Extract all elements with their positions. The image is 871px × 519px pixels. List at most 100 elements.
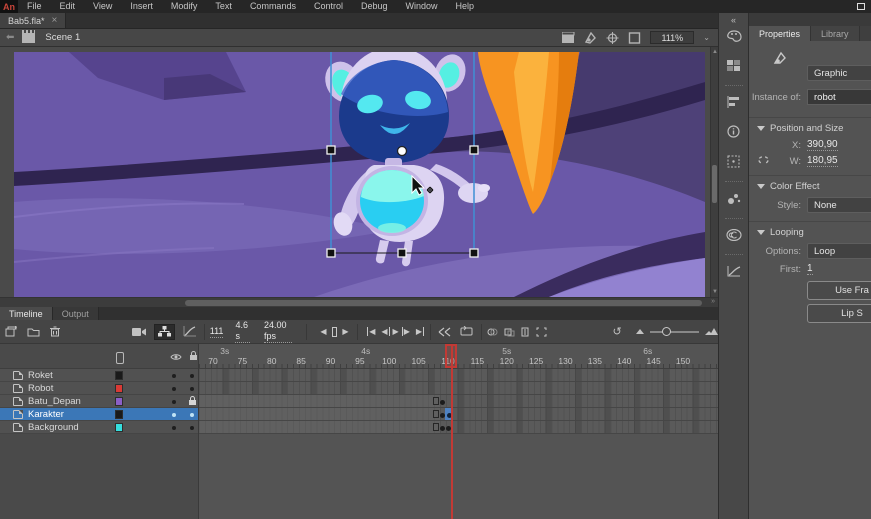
menu-commands[interactable]: Commands	[241, 0, 305, 13]
loop-options-select[interactable]: Loop	[807, 243, 871, 259]
zoom-in-frames-icon[interactable]	[705, 328, 718, 335]
history-chart-icon[interactable]	[727, 265, 741, 280]
color-panel-icon[interactable]	[726, 30, 742, 46]
clip-content-icon[interactable]	[628, 32, 641, 44]
edit-multiple-frames-icon[interactable]	[504, 324, 515, 340]
menu-view[interactable]: View	[84, 0, 121, 13]
particles-panel-icon[interactable]	[727, 192, 741, 208]
first-frame-value[interactable]: 1	[807, 263, 813, 275]
zoom-level-select[interactable]: 111%	[650, 31, 694, 44]
w-value[interactable]: 180,95	[807, 155, 838, 167]
menu-file[interactable]: File	[18, 0, 51, 13]
section-looping[interactable]: Looping	[749, 221, 871, 241]
loop-playback-icon[interactable]	[460, 324, 473, 340]
link-width-height-icon[interactable]	[757, 154, 770, 169]
layer-outline-color[interactable]	[115, 410, 123, 419]
menu-edit[interactable]: Edit	[51, 0, 85, 13]
camera-icon[interactable]	[132, 324, 146, 340]
graph-editor-icon[interactable]	[183, 324, 196, 340]
current-frame-value[interactable]: 111	[210, 326, 224, 338]
keyframe-dot[interactable]	[440, 400, 445, 405]
window-restore-icon[interactable]	[857, 3, 865, 10]
go-to-first-frame-icon[interactable]: ◀	[367, 327, 378, 336]
step-forward-one-icon[interactable]: ▶	[339, 327, 351, 336]
zoom-out-frames-icon[interactable]	[636, 329, 644, 334]
frame-ruler[interactable]: 7075808590951001051101151201251301351401…	[199, 344, 718, 369]
align-panel-icon[interactable]	[727, 96, 741, 111]
layer-row-background[interactable]: Background	[0, 421, 198, 434]
layer-visibility-dot[interactable]	[172, 400, 176, 404]
playhead-line[interactable]	[451, 344, 453, 519]
lock-column-icon[interactable]	[189, 351, 198, 364]
onion-skin-outlines-icon[interactable]	[487, 324, 498, 340]
tab-output[interactable]: Output	[53, 307, 99, 320]
tab-library[interactable]: Library	[811, 26, 860, 41]
edit-symbols-icon[interactable]	[584, 32, 597, 44]
collapse-panels-icon[interactable]: «	[731, 17, 736, 23]
play-icon[interactable]: ▶	[390, 327, 402, 336]
marker-range-icon[interactable]	[536, 324, 547, 340]
layer-outline-color[interactable]	[115, 371, 123, 380]
menu-modify[interactable]: Modify	[162, 0, 207, 13]
swatches-panel-icon[interactable]	[727, 60, 741, 75]
document-tab[interactable]: Bab5.fla* ×	[0, 13, 66, 28]
edit-scene-icon[interactable]	[562, 32, 575, 44]
go-to-last-frame-icon[interactable]: ▶	[413, 327, 424, 336]
info-panel-icon[interactable]	[727, 125, 740, 141]
frame-track-roket[interactable]	[199, 369, 718, 382]
scene-name[interactable]: Scene 1	[45, 32, 80, 43]
frame-track-karakter[interactable]	[199, 408, 718, 421]
section-position-size[interactable]: Position and Size	[749, 117, 871, 137]
stage-viewport[interactable]: ▲ ▼	[0, 47, 718, 297]
layer-outline-color[interactable]	[115, 397, 123, 406]
new-layer-icon[interactable]	[5, 324, 17, 340]
layer-visibility-dot[interactable]	[172, 387, 176, 391]
step-back-icon[interactable]: ◀	[378, 327, 389, 336]
layer-row-robot[interactable]: Robot	[0, 382, 198, 395]
back-arrow-icon[interactable]: ⬅	[6, 32, 14, 43]
menu-insert[interactable]: Insert	[121, 0, 162, 13]
step-back-one-icon[interactable]: ◀	[317, 327, 329, 336]
layer-row-roket[interactable]: Roket	[0, 369, 198, 382]
symbol-type-select[interactable]: Graphic	[807, 65, 871, 81]
style-select[interactable]: None	[807, 197, 871, 213]
timeline-zoom-slider[interactable]	[650, 331, 699, 333]
show-parenting-view-icon[interactable]	[154, 324, 175, 340]
playhead-handle[interactable]	[445, 344, 457, 368]
layer-row-batu_depan[interactable]: Batu_Depan	[0, 395, 198, 408]
center-stage-icon[interactable]	[606, 32, 619, 44]
visibility-column-eye-icon[interactable]	[170, 353, 182, 364]
elapsed-time-value[interactable]: 4.6 s	[235, 320, 250, 343]
menu-window[interactable]: Window	[397, 0, 447, 13]
frame-track-robot[interactable]	[199, 382, 718, 395]
instance-name-field[interactable]: robot	[807, 89, 871, 105]
close-tab-icon[interactable]: ×	[52, 15, 58, 26]
layer-outline-color[interactable]	[115, 423, 123, 432]
new-folder-icon[interactable]	[27, 324, 40, 340]
modify-markers-icon[interactable]	[521, 324, 530, 340]
zoom-chevron-down-icon[interactable]: ⌄	[703, 33, 710, 42]
menu-debug[interactable]: Debug	[352, 0, 397, 13]
layer-visibility-dot[interactable]	[172, 413, 176, 417]
onion-skin-icon[interactable]	[438, 324, 452, 340]
layer-row-karakter[interactable]: Karakter	[0, 408, 198, 421]
use-frame-picker-button[interactable]: Use Fra	[807, 281, 871, 300]
stage-vertical-scrollbar[interactable]: ▲ ▼	[710, 47, 718, 297]
stage-horizontal-scrollbar[interactable]: »	[0, 297, 718, 307]
frame-track-batu_depan[interactable]	[199, 395, 718, 408]
frame-rate-value[interactable]: 24.00 fps	[264, 320, 292, 343]
creative-cloud-icon[interactable]	[726, 229, 742, 244]
animate-app-icon[interactable]: An	[0, 0, 18, 13]
x-value[interactable]: 390,90	[807, 139, 838, 151]
step-forward-icon[interactable]: ▶	[402, 327, 413, 336]
menu-control[interactable]: Control	[305, 0, 352, 13]
layer-lock-dot[interactable]	[190, 413, 194, 417]
lip-syncing-button[interactable]: Lip S	[807, 304, 871, 323]
section-color-effect[interactable]: Color Effect	[749, 175, 871, 195]
layer-outline-color[interactable]	[115, 384, 123, 393]
layer-lock-dot[interactable]	[190, 426, 194, 430]
delete-layer-icon[interactable]	[50, 324, 60, 340]
layer-lock-dot[interactable]	[190, 374, 194, 378]
keyframe-dot[interactable]	[440, 426, 445, 431]
menu-text[interactable]: Text	[206, 0, 241, 13]
